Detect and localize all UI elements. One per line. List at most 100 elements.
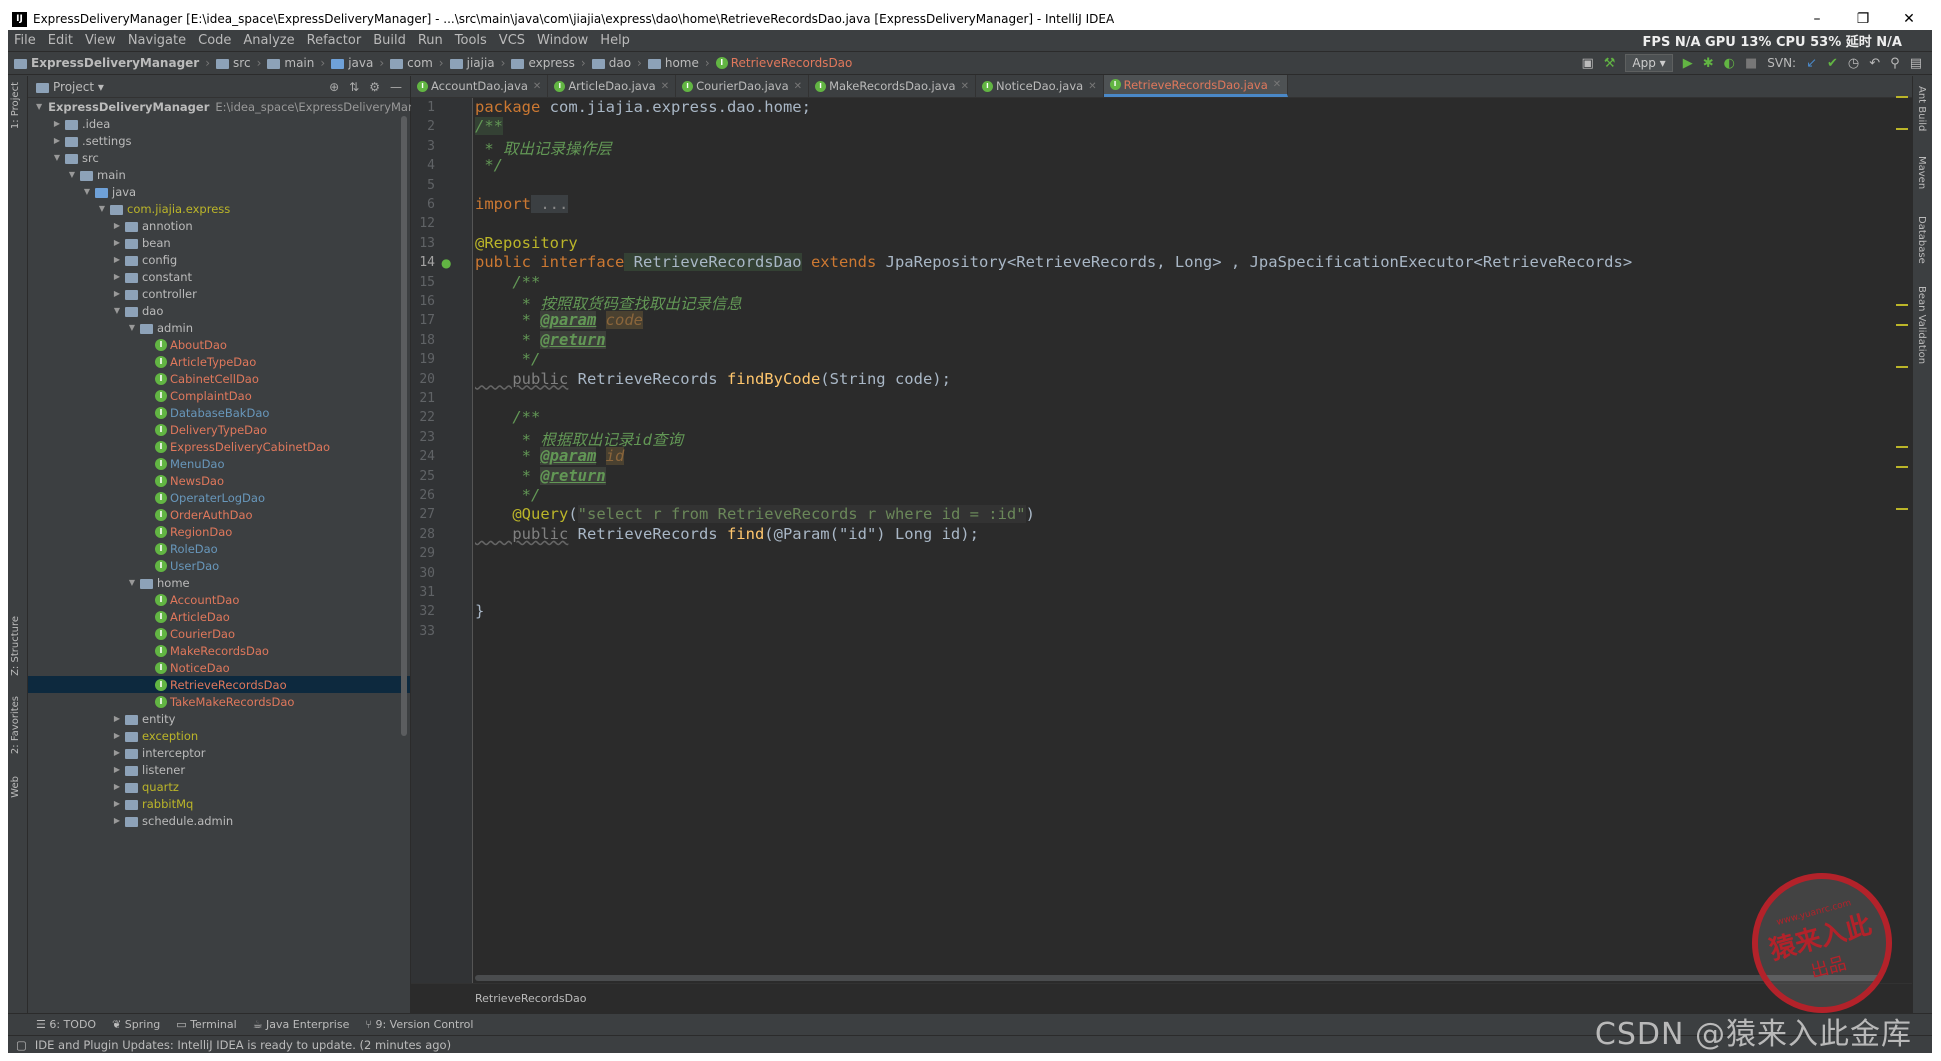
menu-file[interactable]: File: [8, 33, 42, 48]
collapse-arrow-icon[interactable]: ▶: [111, 816, 123, 825]
close-tab-icon[interactable]: ✕: [961, 81, 969, 92]
gear-icon[interactable]: ⚙: [369, 80, 380, 94]
tree-item-folder[interactable]: ▶ rabbitMq: [28, 795, 410, 812]
error-stripe-marker[interactable]: [1896, 366, 1908, 368]
tree-item-folder[interactable]: ▼ ExpressDeliveryManager E:\idea_space\Exp…: [28, 98, 441, 115]
close-tab-icon[interactable]: ✕: [794, 81, 802, 92]
collapse-arrow-icon[interactable]: ▶: [111, 255, 123, 264]
debug-icon[interactable]: ✱: [1703, 56, 1714, 71]
tree-item-class[interactable]: I UserDao: [28, 557, 410, 574]
locate-icon[interactable]: ⊕: [329, 80, 339, 94]
svn-commit-icon[interactable]: ✔: [1827, 56, 1838, 71]
menu-build[interactable]: Build: [367, 33, 412, 48]
collapse-arrow-icon[interactable]: ▶: [111, 765, 123, 774]
breadcrumb-project[interactable]: ExpressDeliveryManager: [14, 56, 199, 70]
tree-item-folder[interactable]: ▶ annotion: [28, 217, 410, 234]
tree-item-folder[interactable]: ▶ schedule.admin: [28, 812, 410, 829]
expand-arrow-icon[interactable]: ▼: [51, 153, 63, 162]
svn-update-icon[interactable]: ↙: [1806, 56, 1817, 71]
coverage-icon[interactable]: ◐: [1724, 56, 1735, 71]
tree-item-folder[interactable]: ▶ quartz: [28, 778, 410, 795]
hide-icon[interactable]: —: [390, 80, 402, 94]
tree-item-folder[interactable]: ▶ controller: [28, 285, 410, 302]
collapse-arrow-icon[interactable]: ▶: [111, 748, 123, 757]
tab-version-control[interactable]: ⑂ 9: Version Control: [365, 1018, 473, 1031]
collapse-arrow-icon[interactable]: ▶: [111, 714, 123, 723]
minimize-button[interactable]: –: [1794, 11, 1840, 27]
maximize-button[interactable]: ❐: [1840, 11, 1886, 27]
status-message[interactable]: IDE and Plugin Updates: IntelliJ IDEA is…: [35, 1038, 451, 1052]
tree-item-folder[interactable]: ▶ entity: [28, 710, 410, 727]
error-stripe-marker[interactable]: [1896, 304, 1908, 306]
run-config-select[interactable]: App ▾: [1625, 54, 1673, 72]
expand-arrow-icon[interactable]: ▼: [111, 306, 123, 315]
tree-item-class[interactable]: I ArticleTypeDao: [28, 353, 410, 370]
implemented-marker-icon[interactable]: ●: [441, 256, 451, 270]
tree-item-folder[interactable]: ▶ config: [28, 251, 410, 268]
tree-item-folder[interactable]: ▼ com.jiajia.express: [28, 200, 410, 217]
menu-analyze[interactable]: Analyze: [237, 33, 300, 48]
tree-item-class[interactable]: I OperaterLogDao: [28, 489, 410, 506]
editor-tab[interactable]: I AccountDao.java ✕: [411, 75, 549, 97]
tab-todo[interactable]: ☰ 6: TODO: [36, 1018, 96, 1031]
tree-item-class[interactable]: I NewsDao: [28, 472, 410, 489]
expand-arrow-icon[interactable]: ▼: [66, 170, 78, 179]
tree-item-class[interactable]: I RegionDao: [28, 523, 410, 540]
tab-favorites[interactable]: 2: Favorites: [10, 696, 21, 754]
tree-item-class[interactable]: I ComplaintDao: [28, 387, 410, 404]
tree-item-folder[interactable]: ▼ admin: [28, 319, 410, 336]
tab-structure[interactable]: Z: Structure: [10, 616, 21, 676]
breadcrumb-main[interactable]: main: [267, 56, 314, 70]
menu-navigate[interactable]: Navigate: [122, 33, 192, 48]
breadcrumb-com[interactable]: com: [390, 56, 433, 70]
expand-arrow-icon[interactable]: ▼: [126, 578, 138, 587]
menu-run[interactable]: Run: [412, 33, 449, 48]
tree-item-folder[interactable]: ▶ exception: [28, 727, 410, 744]
tree-item-folder[interactable]: ▼ src: [28, 149, 410, 166]
history-icon[interactable]: ◷: [1848, 56, 1859, 71]
build-hammer-icon[interactable]: ⚒: [1604, 56, 1616, 71]
tab-java-enterprise[interactable]: ☕ Java Enterprise: [253, 1018, 350, 1031]
collapse-arrow-icon[interactable]: ▶: [111, 238, 123, 247]
error-stripe-marker[interactable]: [1896, 508, 1908, 510]
breadcrumb-express[interactable]: express: [511, 56, 575, 70]
tree-item-class[interactable]: I CourierDao: [28, 625, 410, 642]
tools-icon[interactable]: ▤: [1910, 56, 1922, 71]
breadcrumb-java[interactable]: java: [331, 56, 373, 70]
tree-item-class[interactable]: I RetrieveRecordsDao: [28, 676, 410, 693]
tab-database[interactable]: Database: [1916, 216, 1927, 264]
menu-code[interactable]: Code: [192, 33, 237, 48]
tree-item-class[interactable]: I DatabaseBakDao: [28, 404, 410, 421]
tree-item-class[interactable]: I ExpressDeliveryCabinetDao: [28, 438, 410, 455]
tree-item-folder[interactable]: ▼ dao: [28, 302, 410, 319]
tree-scrollbar[interactable]: [401, 116, 407, 736]
project-structure-icon[interactable]: ▣: [1581, 56, 1593, 71]
collapse-arrow-icon[interactable]: ▶: [111, 782, 123, 791]
tree-item-folder[interactable]: ▶ interceptor: [28, 744, 410, 761]
expand-arrow-icon[interactable]: ▼: [96, 204, 108, 213]
collapse-arrow-icon[interactable]: ▶: [111, 799, 123, 808]
tree-item-class[interactable]: I AccountDao: [28, 591, 410, 608]
tree-item-class[interactable]: I NoticeDao: [28, 659, 410, 676]
collapse-arrow-icon[interactable]: ▶: [51, 119, 63, 128]
tree-item-class[interactable]: I MakeRecordsDao: [28, 642, 410, 659]
tree-item-class[interactable]: I OrderAuthDao: [28, 506, 410, 523]
collapse-arrow-icon[interactable]: ▶: [111, 289, 123, 298]
tab-project[interactable]: 1: Project: [10, 82, 21, 129]
close-tab-icon[interactable]: ✕: [1273, 79, 1281, 90]
breadcrumb-home[interactable]: home: [647, 56, 699, 70]
tab-ant-build[interactable]: Ant Build: [1916, 86, 1927, 131]
collapse-arrow-icon[interactable]: ▶: [111, 731, 123, 740]
breadcrumb-file[interactable]: I RetrieveRecordsDao: [715, 56, 852, 70]
menu-window[interactable]: Window: [531, 33, 594, 48]
close-tab-icon[interactable]: ✕: [533, 81, 541, 92]
tree-item-class[interactable]: I MenuDao: [28, 455, 410, 472]
error-stripe-marker[interactable]: [1896, 446, 1908, 448]
tree-item-folder[interactable]: ▶ .idea: [28, 115, 410, 132]
tree-item-folder[interactable]: ▼ home: [28, 574, 410, 591]
editor-tab[interactable]: I NoticeDao.java ✕: [976, 75, 1104, 97]
tree-item-class[interactable]: I CabinetCellDao: [28, 370, 410, 387]
revert-icon[interactable]: ↶: [1869, 56, 1880, 71]
close-tab-icon[interactable]: ✕: [661, 81, 669, 92]
tree-item-folder[interactable]: ▶ constant: [28, 268, 410, 285]
